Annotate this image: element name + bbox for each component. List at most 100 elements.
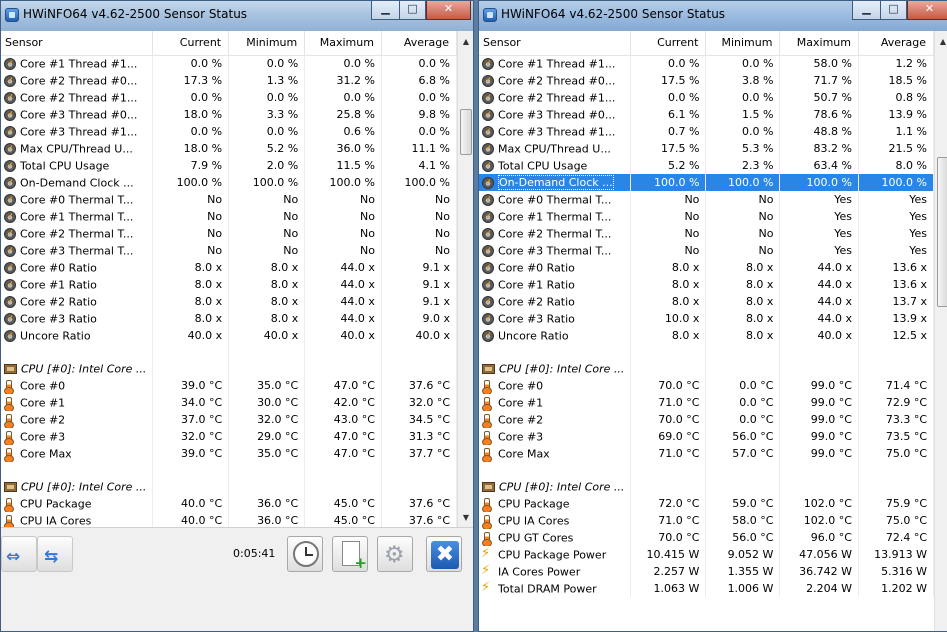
sensor-row[interactable]: Core #3 69.0 °C 56.0 °C 99.0 °C 73.5 °C — [479, 428, 934, 445]
sensor-row[interactable]: Max CPU/Thread U... 18.0 % 5.2 % 36.0 % 11.1… — [1, 140, 457, 157]
sensor-row[interactable]: Core #3 Thermal T... No No No No — [1, 242, 457, 259]
sensor-row[interactable]: Core #0 Thermal T... No No No No — [1, 191, 457, 208]
sensor-label: Core #1 Ratio — [498, 278, 575, 292]
sensor-row[interactable]: Core #2 37.0 °C 32.0 °C 43.0 °C 34.5 °C — [1, 411, 457, 428]
sensor-row[interactable]: Core #1 34.0 °C 30.0 °C 42.0 °C 32.0 °C — [1, 394, 457, 411]
current-value: No — [152, 208, 230, 225]
sensor-row[interactable]: Core #1 Thermal T... No No No No — [1, 208, 457, 225]
sensor-label: Core #3 — [20, 430, 66, 444]
sensor-row[interactable]: Core Max 71.0 °C 57.0 °C 99.0 °C 75.0 °C — [479, 445, 934, 462]
sensor-row[interactable]: On-Demand Clock ... 100.0 % 100.0 % 100.0 %… — [479, 174, 934, 191]
sensor-row[interactable]: Core #0 Ratio 8.0 x 8.0 x 44.0 x 13.6 x — [479, 259, 934, 276]
sensor-group-row[interactable]: CPU [#0]: Intel Core ... — [1, 478, 457, 495]
minimize-button[interactable]: ▁ — [852, 1, 881, 20]
sensor-row[interactable]: Max CPU/Thread U... 17.5 % 5.3 % 83.2 % 21.5… — [479, 140, 934, 157]
maximize-button[interactable]: □ — [880, 1, 907, 20]
sensor-row[interactable]: Core #3 Ratio 10.0 x 8.0 x 44.0 x 13.9 x — [479, 310, 934, 327]
minimum-value: 35.0 °C — [228, 377, 306, 394]
column-header-maximum[interactable]: Maximum — [304, 31, 382, 56]
sensor-group-row[interactable]: CPU [#0]: Intel Core ... — [1, 360, 457, 377]
current-value — [630, 360, 707, 377]
sensor-row[interactable]: Core #2 Thread #1... 0.0 % 0.0 % 0.0 % 0.0 % — [1, 89, 457, 106]
close-button[interactable]: ✕ — [907, 1, 947, 20]
scroll-up-arrow-icon[interactable]: ▲ — [458, 33, 473, 50]
close-sensors-button[interactable]: ✖ — [426, 536, 462, 572]
column-header-average[interactable]: Average — [858, 31, 934, 56]
sensor-row[interactable]: Core #3 32.0 °C 29.0 °C 47.0 °C 31.3 °C — [1, 428, 457, 445]
sensor-label: Core #3 — [498, 430, 544, 444]
sensor-row[interactable]: Core #3 Thread #1... 0.7 % 0.0 % 48.8 % 1.1 … — [479, 123, 934, 140]
sensor-row[interactable]: Core #2 Thread #1... 0.0 % 0.0 % 50.7 % 0.8 … — [479, 89, 934, 106]
sensor-row[interactable]: Uncore Ratio 8.0 x 8.0 x 40.0 x 12.5 x — [479, 327, 934, 344]
sensor-row[interactable]: Core #3 Thread #0... 18.0 % 3.3 % 25.8 % 9.8… — [1, 106, 457, 123]
sensor-row[interactable]: Core #1 Ratio 8.0 x 8.0 x 44.0 x 13.6 x — [479, 276, 934, 293]
sensor-row[interactable]: CPU Package 40.0 °C 36.0 °C 45.0 °C 37.6 °C — [1, 495, 457, 512]
current-value: 8.0 x — [152, 259, 230, 276]
column-header-average[interactable]: Average — [381, 31, 457, 56]
sensor-row[interactable]: IA Cores Power 2.257 W1.355 W36.742 W5.31… — [479, 563, 934, 580]
sensor-row[interactable]: Core #2 Thread #0... 17.3 % 1.3 % 31.2 % 6.8… — [1, 72, 457, 89]
sensor-row[interactable]: Core #1 Thread #1... 0.0 % 0.0 % 58.0 % 1.2 … — [479, 55, 934, 72]
current-value: No — [630, 191, 707, 208]
sensor-row[interactable]: Core #1 Thermal T... No No Yes Yes — [479, 208, 934, 225]
sensor-row[interactable]: CPU IA Cores 71.0 °C 58.0 °C 102.0 °C 75.0 °… — [479, 512, 934, 529]
column-header-current[interactable]: Current — [152, 31, 230, 56]
sensor-row[interactable]: Core #0 70.0 °C 0.0 °C 99.0 °C 71.4 °C — [479, 377, 934, 394]
logging-button[interactable] — [332, 536, 368, 572]
sensor-row[interactable]: Core #1 71.0 °C 0.0 °C 99.0 °C 72.9 °C — [479, 394, 934, 411]
sensor-row[interactable]: CPU Package 72.0 °C 59.0 °C 102.0 °C 75.9 °C — [479, 495, 934, 512]
sensor-row[interactable]: Core #2 Thread #0... 17.5 % 3.8 % 71.7 % 18.… — [479, 72, 934, 89]
column-header-maximum[interactable]: Maximum — [779, 31, 859, 56]
scroll-up-arrow-icon[interactable]: ▲ — [935, 33, 947, 50]
minimum-value: 100.0 % — [228, 174, 306, 191]
sensor-row[interactable]: Core #3 Thread #1... 0.0 % 0.0 % 0.6 % 0.0 % — [1, 123, 457, 140]
sensor-row[interactable]: Total CPU Usage 5.2 % 2.3 % 63.4 % 8.0 % — [479, 157, 934, 174]
current-value: 8.0 x — [630, 327, 707, 344]
column-header-minimum[interactable]: Minimum — [228, 31, 306, 56]
sensor-row[interactable]: Core Max 39.0 °C 35.0 °C 47.0 °C 37.7 °C — [1, 445, 457, 462]
settings-button[interactable]: ⚙ — [377, 536, 413, 572]
sensor-row[interactable]: Core #2 Thermal T... No No No No — [1, 225, 457, 242]
title-bar[interactable]: HWiNFO64 v4.62-2500 Sensor Status ▁ □ ✕ — [1, 1, 473, 31]
sensor-group-row[interactable]: CPU [#0]: Intel Core ... — [479, 360, 934, 377]
sensor-row[interactable]: Core #0 Thermal T... No No Yes Yes — [479, 191, 934, 208]
column-header-current[interactable]: Current — [630, 31, 707, 56]
maximize-button[interactable]: □ — [399, 1, 426, 20]
sensor-row[interactable]: CPU GT Cores 70.0 °C 56.0 °C 96.0 °C 72.4 °C — [479, 529, 934, 546]
scroll-down-arrow-icon[interactable]: ▼ — [458, 509, 473, 526]
title-bar[interactable]: HWiNFO64 v4.62-2500 Sensor Status ▁ □ ✕ — [479, 1, 947, 31]
collapse-view-button[interactable]: ⇆ — [37, 536, 73, 572]
sensor-row[interactable]: Core #2 Ratio 8.0 x 8.0 x 44.0 x 13.7 x — [479, 293, 934, 310]
sensor-row[interactable]: Core #1 Thread #1... 0.0 % 0.0 % 0.0 % 0.0 % — [1, 55, 457, 72]
sensor-row[interactable]: Total CPU Usage 7.9 % 2.0 % 11.5 % 4.1 % — [1, 157, 457, 174]
close-button[interactable]: ✕ — [426, 1, 471, 20]
sensor-row[interactable]: On-Demand Clock ... 100.0 % 100.0 % 100.0 %… — [1, 174, 457, 191]
column-header-sensor[interactable]: Sensor — [479, 31, 632, 56]
sensor-row[interactable]: Core #3 Ratio 8.0 x 8.0 x 44.0 x 9.0 x — [1, 310, 457, 327]
column-header-sensor[interactable]: Sensor — [1, 31, 154, 56]
sensor-row[interactable]: CPU Package Power 10.415 W9.052 W47.056 W… — [479, 546, 934, 563]
sensor-row[interactable]: Core #3 Thermal T... No No Yes Yes — [479, 242, 934, 259]
sensor-row[interactable]: Core #0 Ratio 8.0 x 8.0 x 44.0 x 9.1 x — [1, 259, 457, 276]
sensor-row[interactable]: Uncore Ratio 40.0 x 40.0 x 40.0 x 40.0 x — [1, 327, 457, 344]
sensor-row[interactable]: Core #2 70.0 °C 0.0 °C 99.0 °C 73.3 °C — [479, 411, 934, 428]
column-header-minimum[interactable]: Minimum — [705, 31, 781, 56]
minimum-value: No — [228, 191, 306, 208]
vertical-scrollbar[interactable]: ▲ — [934, 31, 947, 631]
expand-view-button[interactable]: ⇔ — [1, 536, 37, 572]
reset-timer-button[interactable] — [287, 536, 323, 572]
average-value: 0.8 % — [858, 89, 934, 106]
sensor-row[interactable]: Core #0 39.0 °C 35.0 °C 47.0 °C 37.6 °C — [1, 377, 457, 394]
minimum-value: No — [705, 242, 781, 259]
sensor-row[interactable]: Core #3 Thread #0... 6.1 % 1.5 % 78.6 % 13.9… — [479, 106, 934, 123]
scroll-thumb[interactable] — [937, 157, 947, 307]
sensor-group-row[interactable]: CPU [#0]: Intel Core ... — [479, 478, 934, 495]
sensor-row[interactable]: Total DRAM Power 1.063 W1.006 W2.204 W1.2… — [479, 580, 934, 597]
sensor-row[interactable]: Core #2 Thermal T... No No Yes Yes — [479, 225, 934, 242]
sensor-row[interactable]: Core #2 Ratio 8.0 x 8.0 x 44.0 x 9.1 x — [1, 293, 457, 310]
sensor-row[interactable]: CPU IA Cores 40.0 °C 36.0 °C 45.0 °C 37.6 °C — [1, 512, 457, 527]
minimize-button[interactable]: ▁ — [371, 1, 400, 20]
scroll-thumb[interactable] — [460, 109, 472, 155]
sensor-row[interactable]: Core #1 Ratio 8.0 x 8.0 x 44.0 x 9.1 x — [1, 276, 457, 293]
vertical-scrollbar[interactable]: ▲ ▼ — [457, 31, 473, 527]
